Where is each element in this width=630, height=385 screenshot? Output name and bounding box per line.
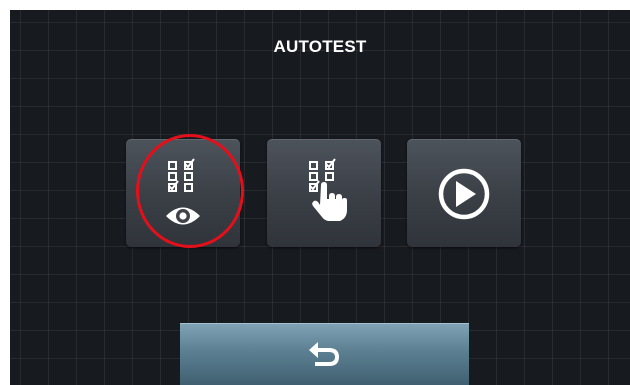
- autotest-screen: AUTOTEST: [10, 10, 630, 385]
- start-autotest-button[interactable]: [407, 139, 521, 247]
- highlight-circle: [136, 134, 244, 248]
- checklist-manual-icon: [309, 158, 347, 221]
- play-icon: [438, 168, 490, 220]
- page-title: AUTOTEST: [273, 37, 367, 56]
- back-button[interactable]: [180, 323, 469, 385]
- manual-autotest-button[interactable]: [267, 139, 381, 247]
- back-arrow-icon: [309, 342, 340, 366]
